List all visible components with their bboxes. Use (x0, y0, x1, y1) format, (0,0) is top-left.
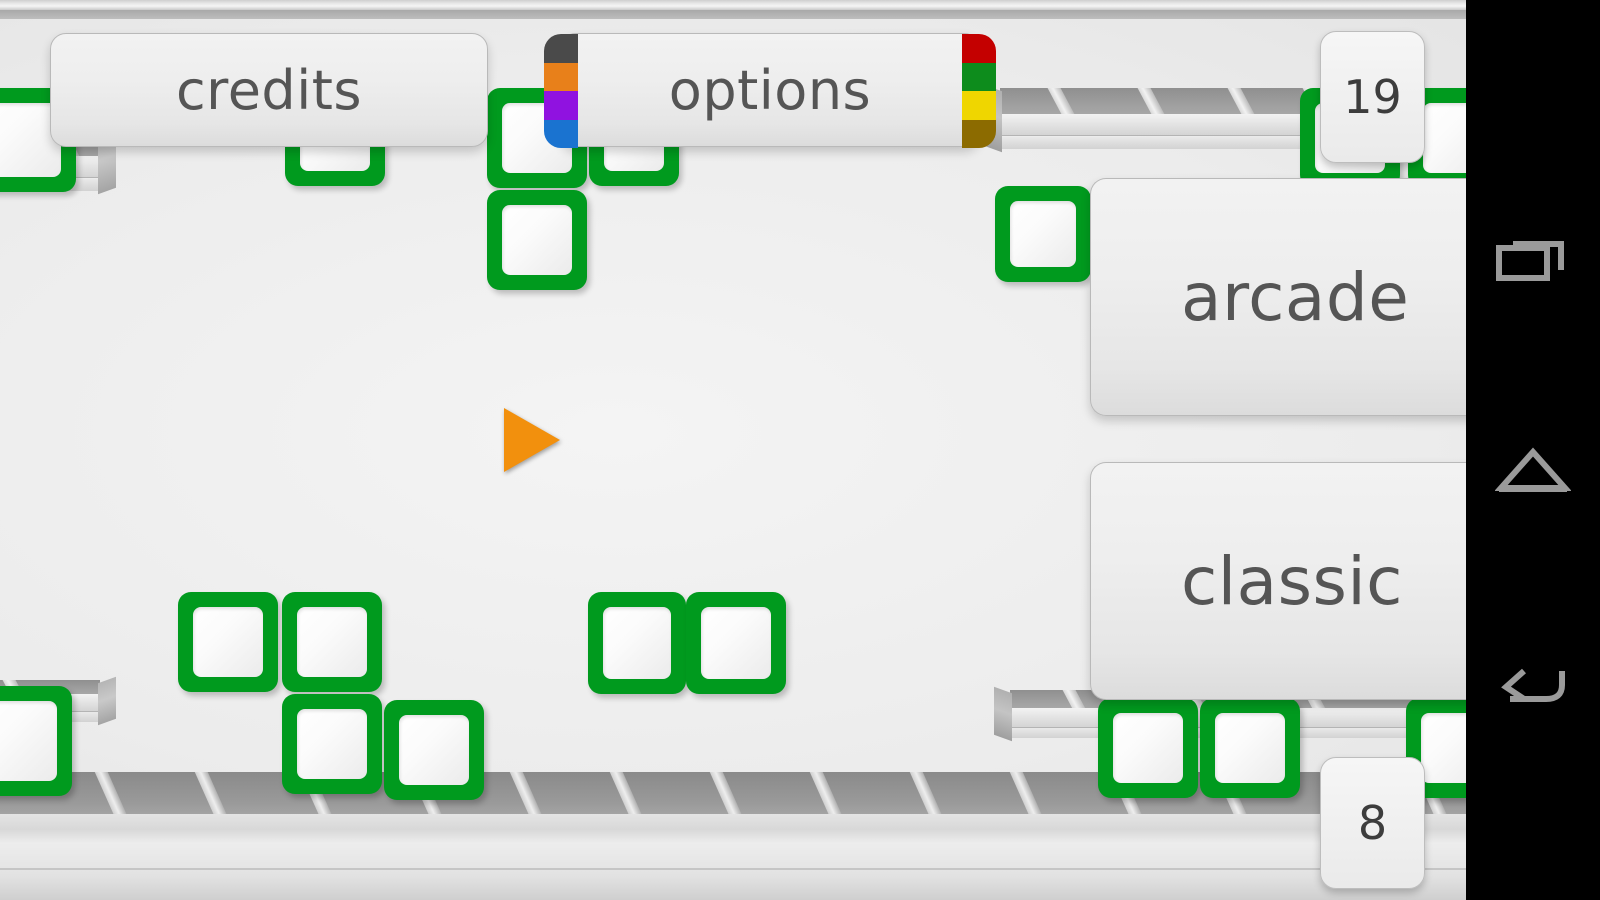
credits-label: credits (175, 58, 362, 122)
score-badge-top-value: 19 (1343, 70, 1402, 124)
score-badge-bottom-value: 8 (1357, 796, 1388, 850)
top-bevel-shadow (0, 10, 1466, 19)
game-block[interactable] (995, 186, 1091, 282)
arcade-button[interactable]: arcade (1090, 178, 1466, 416)
home-icon[interactable] (1478, 425, 1588, 515)
classic-label: classic (1181, 542, 1403, 620)
android-navigation-bar (1466, 0, 1600, 900)
game-block[interactable] (588, 592, 686, 694)
play-triangle-icon (504, 408, 560, 472)
score-badge-bottom[interactable]: 8 (1320, 757, 1425, 889)
color-strip-left (544, 34, 578, 148)
top-bevel-band (0, 0, 1466, 10)
color-strip-right (962, 34, 996, 148)
arcade-label: arcade (1181, 258, 1410, 336)
game-canvas[interactable]: credits options arcade classic 19 8 (0, 0, 1466, 900)
game-block[interactable] (384, 700, 484, 800)
back-arrow-icon[interactable] (1478, 638, 1588, 728)
game-block[interactable] (282, 592, 382, 692)
game-screen: credits options arcade classic 19 8 (0, 0, 1600, 900)
game-block[interactable] (686, 592, 786, 694)
game-block[interactable] (282, 694, 382, 794)
game-block[interactable] (178, 592, 278, 692)
game-block[interactable] (1098, 698, 1198, 798)
classic-button[interactable]: classic (1090, 462, 1466, 700)
game-block[interactable] (0, 686, 72, 796)
game-block[interactable] (487, 190, 587, 290)
options-label: options (668, 58, 872, 122)
score-badge-top[interactable]: 19 (1320, 31, 1425, 163)
credits-button[interactable]: credits (50, 33, 488, 147)
recent-apps-icon[interactable] (1478, 212, 1588, 302)
game-block[interactable] (1200, 698, 1300, 798)
options-button[interactable]: options (544, 33, 996, 148)
